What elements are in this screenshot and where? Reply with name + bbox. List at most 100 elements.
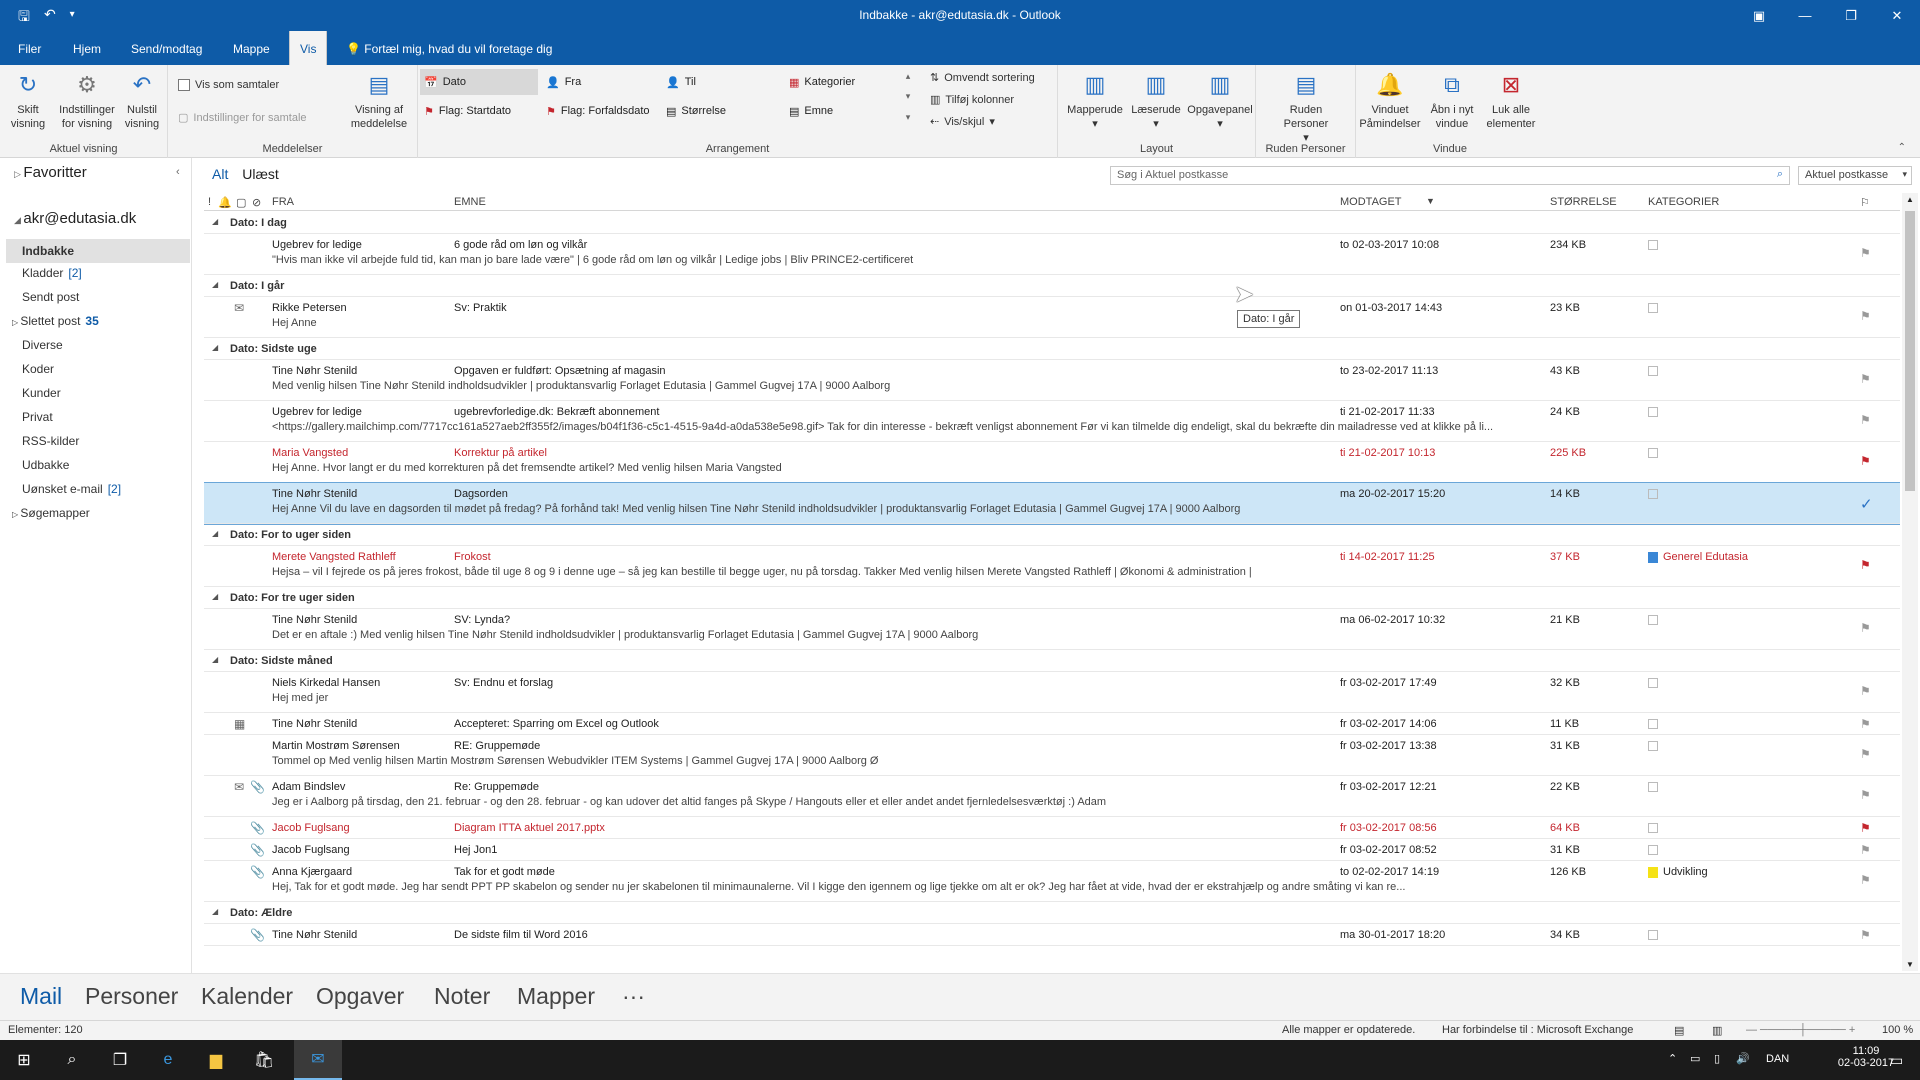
folder-item[interactable]: ▷ Slettet post 35 bbox=[12, 314, 99, 328]
group-header[interactable]: Dato: Sidste måned bbox=[204, 650, 1900, 672]
category-box[interactable] bbox=[1648, 489, 1658, 499]
message-row[interactable]: Ugebrev for ledige 6 gode råd om løn og v… bbox=[204, 234, 1900, 275]
tray-chevron-icon[interactable]: ⌃ bbox=[1668, 1052, 1677, 1065]
folder-item[interactable]: Privat bbox=[22, 410, 58, 424]
message-preview-button[interactable]: ▤ Visning af meddelelse bbox=[344, 70, 414, 131]
column-categories[interactable]: KATEGORIER bbox=[1648, 196, 1719, 208]
group-header[interactable]: Dato: For tre uger siden bbox=[204, 587, 1900, 609]
folder-pane-button[interactable]: ▥ Mapperude ▾ bbox=[1064, 70, 1126, 131]
column-subject[interactable]: EMNE bbox=[454, 196, 486, 208]
message-row[interactable]: Adam Bindslev Re: Gruppemøde fr 03-02-2017… bbox=[204, 776, 1900, 817]
close-button[interactable]: ✕ bbox=[1874, 0, 1920, 31]
folder-item[interactable]: Kladder [2] bbox=[22, 266, 82, 280]
language-indicator[interactable]: DAN bbox=[1766, 1053, 1789, 1065]
icon-column-icon[interactable]: ▢ bbox=[236, 196, 246, 209]
edge-icon[interactable]: e bbox=[144, 1040, 192, 1080]
tab-home[interactable]: Hjem bbox=[63, 31, 111, 65]
column-received[interactable]: MODTAGET bbox=[1340, 196, 1402, 208]
category-box[interactable] bbox=[1648, 741, 1658, 751]
message-row[interactable]: Anna Kjærgaard Tak for et godt møde to 02-… bbox=[204, 861, 1900, 902]
folder-item[interactable]: Udbakke bbox=[22, 458, 74, 472]
flag-icon[interactable]: ⚑ bbox=[1860, 309, 1871, 323]
module-tasks[interactable]: Opgaver bbox=[316, 983, 404, 1010]
importance-column-icon[interactable]: ! bbox=[208, 196, 211, 208]
flag-icon[interactable]: ⚑ bbox=[1860, 788, 1871, 802]
folder-item[interactable]: Koder bbox=[22, 362, 59, 376]
reverse-sort-button[interactable]: ⇅ Omvendt sortering bbox=[930, 71, 1035, 85]
flag-icon[interactable]: ⚑ bbox=[1860, 873, 1871, 887]
message-row[interactable]: Tine Nøhr Stenild SV: Lynda? ma 06-02-2017… bbox=[204, 609, 1900, 650]
reading-pane-button[interactable]: ▥ Læserude ▾ bbox=[1126, 70, 1186, 131]
category-box[interactable] bbox=[1648, 407, 1658, 417]
category-box[interactable] bbox=[1648, 782, 1658, 792]
minimize-button[interactable]: — bbox=[1782, 0, 1828, 31]
folder-item[interactable]: ▷ Søgemapper bbox=[12, 506, 96, 520]
category-box[interactable] bbox=[1648, 448, 1658, 458]
message-row[interactable]: Tine Nøhr Stenild Dagsorden ma 20-02-2017 … bbox=[204, 482, 1900, 525]
people-pane-button[interactable]: ▤ Ruden Personer ▾ bbox=[1268, 70, 1344, 145]
scroll-down-icon[interactable]: ▼ bbox=[1906, 960, 1914, 969]
module-people[interactable]: Personer bbox=[85, 983, 178, 1010]
group-header[interactable]: Dato: For to uger siden bbox=[204, 524, 1900, 546]
task-view-icon[interactable]: ❐ bbox=[96, 1040, 144, 1080]
store-icon[interactable]: 🛍 bbox=[240, 1040, 288, 1080]
notifications-icon[interactable]: ▭ bbox=[1890, 1052, 1903, 1069]
category-box[interactable] bbox=[1648, 240, 1658, 250]
flag-icon[interactable]: ⚑ bbox=[1860, 558, 1871, 572]
flag-icon[interactable]: ⚑ bbox=[1860, 717, 1871, 731]
arrangement-gallery-scroll[interactable]: ▴ ▾ ▾ bbox=[903, 69, 913, 125]
ribbon-display-options-icon[interactable]: ▣ bbox=[1736, 0, 1782, 31]
flag-icon[interactable]: ⚑ bbox=[1860, 843, 1871, 857]
view-settings-button[interactable]: ⚙ Indstillinger for visning bbox=[52, 70, 122, 131]
flag-icon[interactable]: ⚑ bbox=[1860, 928, 1871, 942]
module-folders[interactable]: Mapper bbox=[517, 983, 595, 1010]
category-tag[interactable]: Generel Edutasia bbox=[1648, 551, 1748, 563]
close-all-items-button[interactable]: ⊠ Luk alle elementer bbox=[1480, 70, 1542, 131]
category-box[interactable] bbox=[1648, 615, 1658, 625]
arrange-by-flag-due[interactable]: ⚑ Flag: Forfaldsdato bbox=[542, 98, 654, 124]
message-row[interactable]: Jacob Fuglsang Hej Jon1 fr 03-02-2017 08:5… bbox=[204, 839, 1900, 861]
volume-icon[interactable]: 🔊 bbox=[1736, 1052, 1750, 1065]
search-scope-dropdown[interactable]: Aktuel postkasse ▾ bbox=[1798, 166, 1912, 185]
add-columns-button[interactable]: ▥ Tilføj kolonner bbox=[930, 93, 1014, 107]
flag-icon[interactable]: ⚑ bbox=[1860, 454, 1871, 468]
flag-icon[interactable]: ⚑ bbox=[1860, 621, 1871, 635]
reminder-column-icon[interactable]: 🔔 bbox=[218, 196, 232, 209]
arrange-by-size[interactable]: ▤ Størrelse bbox=[662, 98, 730, 124]
folder-item[interactable]: Diverse bbox=[22, 338, 68, 352]
message-row[interactable]: Maria Vangsted Korrektur på artikel ti 21-… bbox=[204, 442, 1900, 483]
tell-me-box[interactable]: 💡 Fortæl mig, hvad du vil foretage dig bbox=[336, 31, 562, 65]
more-modules-button[interactable]: ··· bbox=[622, 983, 645, 1010]
folder-item[interactable]: RSS-kilder bbox=[22, 434, 84, 448]
filter-all[interactable]: Alt bbox=[212, 166, 228, 182]
flag-icon[interactable]: ⚑ bbox=[1860, 372, 1871, 386]
tab-folder[interactable]: Mappe bbox=[223, 31, 280, 65]
flag-icon[interactable]: ⚑ bbox=[1860, 684, 1871, 698]
attachment-column-icon[interactable]: ⊘ bbox=[252, 196, 261, 209]
category-tag[interactable]: Udvikling bbox=[1648, 866, 1708, 878]
message-row[interactable]: Martin Mostrøm Sørensen RE: Gruppemøde fr … bbox=[204, 735, 1900, 776]
category-box[interactable] bbox=[1648, 719, 1658, 729]
show-as-conversations-checkbox[interactable]: Vis som samtaler bbox=[178, 79, 279, 91]
folder-item[interactable]: Uønsket e-mail [2] bbox=[22, 482, 121, 496]
category-box[interactable] bbox=[1648, 303, 1658, 313]
message-row[interactable]: Tine Nøhr Stenild Opgaven er fuldført: Op… bbox=[204, 360, 1900, 401]
search-icon[interactable]: ⌕ bbox=[1777, 168, 1783, 181]
flag-status-column-icon[interactable]: ⚐ bbox=[1860, 196, 1870, 209]
folder-item[interactable]: Sendt post bbox=[22, 290, 84, 304]
module-mail[interactable]: Mail bbox=[20, 983, 62, 1010]
expand-collapse-button[interactable]: ⇠ Vis/skjul ▾ bbox=[930, 115, 995, 129]
file-explorer-icon[interactable]: ▆ bbox=[192, 1040, 240, 1080]
open-new-window-button[interactable]: ⧉ Åbn i nyt vindue bbox=[1424, 70, 1480, 131]
message-row[interactable]: Tine Nøhr Stenild Accepteret: Sparring om… bbox=[204, 713, 1900, 735]
message-row[interactable]: Ugebrev for ledige ugebrevforledige.dk: B… bbox=[204, 401, 1900, 442]
arrange-by-to[interactable]: 👤 Til bbox=[662, 69, 700, 95]
folder-item[interactable]: Indbakke bbox=[6, 239, 190, 263]
group-header[interactable]: Dato: Ældre bbox=[204, 902, 1900, 924]
battery-icon[interactable]: ▭ bbox=[1690, 1052, 1700, 1065]
favorites-header[interactable]: ▷ Favoritter bbox=[14, 164, 87, 181]
arrange-by-subject[interactable]: ▤ Emne bbox=[785, 98, 837, 124]
arrange-by-categories[interactable]: ▦ Kategorier bbox=[785, 69, 859, 95]
arrange-by-date[interactable]: 📅 Dato bbox=[420, 69, 538, 95]
reminders-window-button[interactable]: 🔔 Vinduet Påmindelser bbox=[1358, 70, 1422, 131]
